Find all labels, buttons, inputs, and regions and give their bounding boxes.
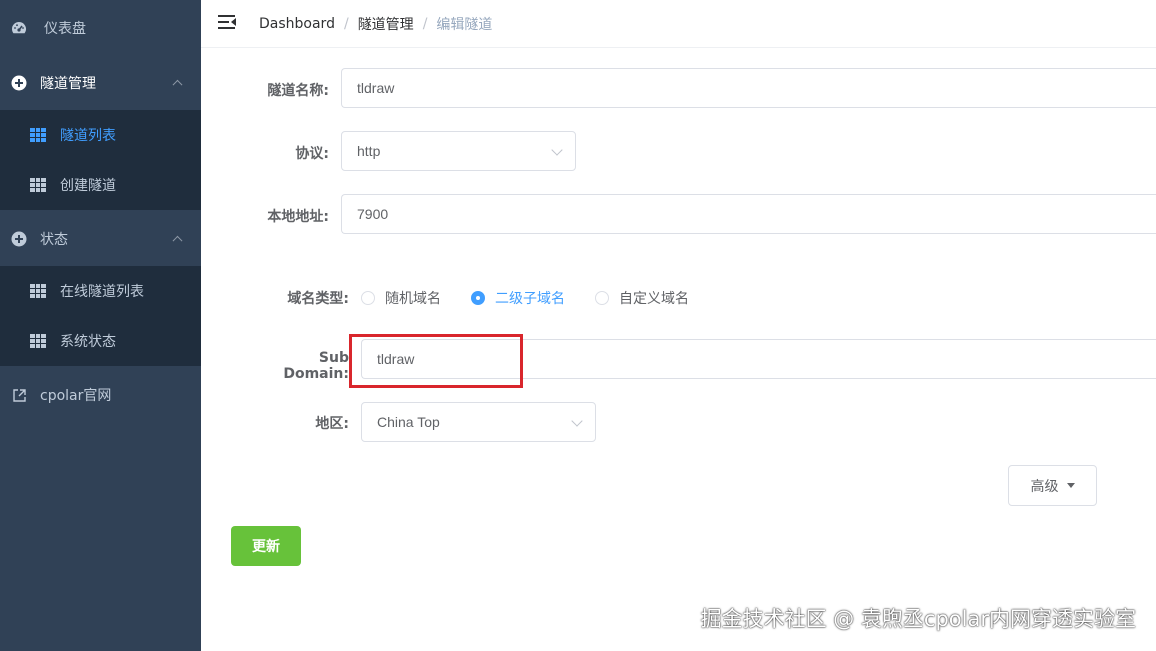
- table-icon: [30, 178, 46, 192]
- sidebar-item-official-site-label: cpolar官网: [40, 388, 112, 404]
- local-address-label: 本地地址:: [267, 209, 329, 225]
- protocol-select[interactable]: http: [341, 131, 576, 171]
- radio-circle-icon: [595, 291, 609, 305]
- chevron-up-icon: [172, 235, 183, 246]
- local-address-value: 7900: [357, 206, 389, 222]
- breadcrumb-current: 编辑隧道: [436, 17, 493, 33]
- radio-random-domain-label: 随机域名: [385, 291, 441, 307]
- tunnel-name-value: tldraw: [357, 80, 395, 96]
- sidebar-item-official-site[interactable]: cpolar官网: [0, 367, 201, 423]
- plus-circle-icon: [10, 230, 28, 248]
- sidebar: 仪表盘 隧道管理 隧道列表 创建隧道 状态 在线隧道列表 系统状态 cpolar…: [0, 0, 201, 651]
- subdomain-label: Sub Domain:: [283, 350, 349, 382]
- tunnel-name-label: 隧道名称:: [267, 83, 329, 99]
- sidebar-item-dashboard[interactable]: 仪表盘: [0, 0, 201, 56]
- radio-subdomain-label: 二级子域名: [495, 291, 565, 307]
- sidebar-item-tunnel-manage[interactable]: 隧道管理: [0, 55, 201, 111]
- radio-circle-icon: [361, 291, 375, 305]
- advanced-dropdown-button[interactable]: 高级: [1008, 465, 1097, 506]
- sidebar-item-tunnel-list[interactable]: 隧道列表: [0, 110, 201, 160]
- region-select[interactable]: China Top: [361, 402, 596, 442]
- sidebar-item-create-tunnel[interactable]: 创建隧道: [0, 160, 201, 210]
- annotation-highlight-box: [349, 334, 523, 388]
- table-icon: [30, 128, 46, 142]
- protocol-value: http: [357, 143, 381, 159]
- sidebar-item-system-status-label: 系统状态: [60, 334, 116, 350]
- external-link-icon: [10, 386, 28, 404]
- breadcrumb-separator: /: [343, 16, 349, 32]
- protocol-label: 协议:: [295, 146, 329, 162]
- breadcrumb: Dashboard / 隧道管理 / 编辑隧道: [259, 14, 492, 34]
- domain-type-label: 域名类型:: [287, 291, 349, 307]
- chevron-down-icon: [551, 144, 563, 156]
- region-value: China Top: [377, 414, 440, 430]
- sidebar-item-system-status[interactable]: 系统状态: [0, 316, 201, 366]
- sidebar-item-create-tunnel-label: 创建隧道: [60, 178, 116, 194]
- watermark-text: 掘金技术社区 @ 袁煦丞cpolar内网穿透实验室: [700, 607, 1136, 631]
- chevron-up-icon: [172, 79, 183, 90]
- hamburger-toggle-icon[interactable]: [218, 15, 236, 29]
- sidebar-item-tunnel-list-label: 隧道列表: [60, 128, 116, 144]
- caret-down-icon: [1066, 483, 1075, 488]
- sidebar-item-status-label: 状态: [40, 232, 68, 248]
- table-icon: [30, 284, 46, 298]
- sidebar-item-dashboard-label: 仪表盘: [44, 21, 86, 37]
- sidebar-item-online-tunnels-label: 在线隧道列表: [60, 284, 144, 300]
- breadcrumb-dashboard[interactable]: Dashboard: [259, 16, 335, 32]
- breadcrumb-separator: /: [422, 16, 428, 32]
- breadcrumb-tunnel-manage[interactable]: 隧道管理: [358, 14, 414, 34]
- local-address-input[interactable]: 7900: [341, 194, 1156, 234]
- radio-subdomain[interactable]: 二级子域名: [471, 288, 565, 308]
- tunnel-name-input[interactable]: tldraw: [341, 68, 1156, 108]
- table-icon: [30, 334, 46, 348]
- dashboard-gauge-icon: [10, 19, 28, 37]
- chevron-down-icon: [571, 415, 583, 427]
- plus-circle-icon: [10, 74, 28, 92]
- radio-custom-domain-label: 自定义域名: [619, 291, 689, 307]
- region-label: 地区:: [315, 416, 349, 432]
- sidebar-item-status[interactable]: 状态: [0, 211, 201, 267]
- update-button[interactable]: 更新: [231, 526, 301, 566]
- radio-random-domain[interactable]: 随机域名: [361, 288, 441, 308]
- radio-checked-icon: [471, 291, 485, 305]
- top-navbar: Dashboard / 隧道管理 / 编辑隧道: [201, 0, 1156, 48]
- sidebar-item-online-tunnels[interactable]: 在线隧道列表: [0, 266, 201, 316]
- sidebar-item-tunnel-manage-label: 隧道管理: [40, 76, 96, 92]
- advanced-button-label: 高级: [1030, 478, 1059, 495]
- radio-custom-domain[interactable]: 自定义域名: [595, 288, 689, 308]
